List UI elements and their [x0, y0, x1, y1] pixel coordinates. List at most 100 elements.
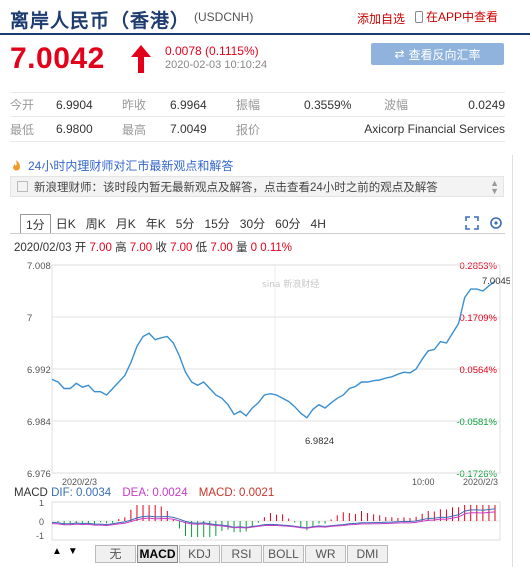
tab-weekly[interactable]: 周K — [81, 214, 111, 234]
tab-monthly[interactable]: 月K — [111, 214, 141, 234]
sidebar-divider — [512, 155, 513, 567]
close-label: 收 — [155, 242, 167, 254]
macd-y-tick: 1 — [39, 500, 44, 508]
pct-tick-label: 0.2853% — [459, 261, 497, 272]
zoom-arrows: ▲ ▼ — [52, 546, 78, 557]
period-tabs: 1分 日K 周K 月K 年K 5分 15分 30分 60分 4H — [20, 214, 331, 234]
up-arrow-icon — [131, 45, 151, 73]
high-marker-label: 7.0045 — [482, 276, 510, 287]
x-tick-label: 2020/2/3 — [463, 477, 498, 487]
arrow-up-icon[interactable]: ▲ — [52, 546, 62, 557]
settings-icon[interactable] — [490, 217, 502, 229]
pct-tick-label: -0.0581% — [456, 417, 497, 428]
price-line — [51, 280, 496, 419]
open-label: 开 — [74, 242, 87, 254]
ohlc-readout: 2020/02/03 开 7.00 高 7.00 收 7.00 低 7.00 量… — [14, 239, 292, 255]
quote-table: 今开 6.9904 昨收 6.9964 振幅 0.3559% 波幅 0.0249… — [10, 92, 505, 142]
quote-value: 6.9800 — [56, 122, 93, 136]
macd-readout: MACD DIF: 0.0034 DEA: 0.0024 MACD: 0.002… — [14, 487, 274, 499]
low-value: 7.00 — [210, 242, 233, 254]
indicator-tab-boll[interactable]: BOLL — [263, 545, 304, 563]
quote-value: 0.3559% — [304, 97, 352, 112]
fullscreen-icon[interactable] — [465, 216, 479, 230]
quote-label: 今开 — [10, 98, 35, 112]
current-price: 7.0042 — [10, 42, 105, 75]
high-label: 高 — [115, 242, 127, 254]
open-in-app-label: 在APP中查看 — [426, 10, 499, 24]
volume-value: 0 — [250, 242, 258, 254]
close-value: 7.00 — [170, 242, 193, 254]
macd-value: MACD: 0.0021 — [198, 487, 275, 499]
add-favorite-link[interactable]: 添加自选 — [357, 10, 405, 27]
x-tick-label: 10:00 — [412, 477, 435, 487]
quote-value: 0.0249 — [468, 97, 505, 112]
tabs-divider — [10, 233, 505, 234]
pct-value: 0.11% — [260, 242, 293, 254]
swap-icon: ⇄ — [394, 47, 405, 61]
quote-label: 波幅 — [384, 98, 409, 112]
y-tick-label: 7 — [27, 313, 32, 324]
advisor-news-link[interactable]: 24小时内理财师对汇市最新观点和解答 — [10, 157, 233, 174]
indicator-tab-wr[interactable]: WR — [305, 545, 346, 563]
indicator-tab-dmi[interactable]: DMI — [347, 545, 388, 563]
quote-row: 今开 6.9904 昨收 6.9964 振幅 0.3559% 波幅 0.0249 — [10, 92, 505, 117]
low-marker-label: 6.9824 — [305, 436, 334, 447]
dif-value: DIF: 0.0034 — [51, 487, 112, 499]
price-chart[interactable]: 7.008 0.2853% 7 0.1709% 6.992 0.0564% 6.984 -0.… — [0, 255, 510, 487]
tab-4h[interactable]: 4H — [306, 214, 331, 234]
indicator-tab-kdj[interactable]: KDJ — [179, 545, 220, 563]
reverse-rate-button[interactable]: ⇄ 查看反向汇率 — [371, 43, 504, 65]
tab-30min[interactable]: 30分 — [235, 214, 270, 234]
quote-value: 6.9964 — [170, 97, 207, 112]
dea-value: DEA: 0.0024 — [122, 487, 188, 499]
ohlc-date: 2020/02/03 — [14, 242, 72, 254]
low-label: 低 — [195, 242, 208, 254]
arrow-down-icon[interactable]: ▼ — [68, 546, 78, 557]
y-tick-label: 6.992 — [27, 365, 51, 376]
open-in-app-link[interactable]: 在APP中查看 — [415, 8, 498, 25]
advisor-news-headline: 24小时内理财师对汇市最新观点和解答 — [28, 159, 234, 173]
price-change: 0.0078 (0.1115%) — [165, 44, 259, 58]
ticker-code: (USDCNH) — [194, 10, 254, 24]
quote-row: 最低 6.9800 最高 7.0049 报价 Axicorp Financial… — [10, 117, 505, 142]
flame-icon — [13, 160, 21, 171]
watermark: sina 新浪财经 — [262, 278, 319, 290]
macd-y-tick: 0 — [39, 517, 44, 527]
y-tick-label: 6.976 — [27, 469, 51, 480]
quote-label: 最高 — [122, 122, 147, 137]
tab-daily[interactable]: 日K — [51, 214, 81, 234]
quote-value: 7.0049 — [170, 122, 207, 136]
page-title: 离岸人民币（香港） — [10, 11, 191, 32]
advisor-news-text: 新浪理财师：该时段内暂无最新观点及解答，点击查看24小时之前的观点及解答 — [34, 181, 438, 194]
macd-chart[interactable]: 1 0 -1 — [0, 500, 510, 542]
quote-label: 昨收 — [122, 98, 147, 112]
tab-5min[interactable]: 5分 — [171, 214, 200, 234]
tab-60min[interactable]: 60分 — [270, 214, 305, 234]
volume-label: 量 — [235, 242, 248, 254]
macd-y-tick: -1 — [36, 531, 44, 541]
scroll-arrows-icon[interactable]: ▲ ▼ — [490, 178, 499, 195]
quote-label: 最低 — [10, 122, 35, 137]
x-tick-label: 2020/2/3 — [62, 477, 97, 487]
header-divider — [0, 33, 530, 35]
chart-tools — [465, 216, 502, 230]
tab-15min[interactable]: 15分 — [199, 214, 234, 234]
indicator-tab-macd[interactable]: MACD — [137, 545, 178, 563]
quote-label: 振幅 — [236, 98, 261, 112]
doc-icon — [17, 181, 28, 192]
pct-tick-label: 0.0564% — [459, 365, 497, 376]
tab-1min[interactable]: 1分 — [20, 214, 51, 234]
pct-tick-label: 0.1709% — [459, 313, 497, 324]
advisor-news-box[interactable]: 新浪理财师：该时段内暂无最新观点及解答，点击查看24小时之前的观点及解答 ▲ ▼ — [10, 176, 504, 197]
tab-yearly[interactable]: 年K — [141, 214, 171, 234]
indicator-tabs: 无 MACD KDJ RSI BOLL WR DMI — [95, 545, 389, 563]
quote-time: 2020-02-03 10:10:24 — [165, 59, 268, 71]
open-value: 7.00 — [89, 242, 112, 254]
quote-label: 报价 — [236, 122, 261, 137]
y-tick-label: 7.008 — [27, 261, 51, 272]
indicator-tab-rsi[interactable]: RSI — [221, 545, 262, 563]
reverse-rate-label: 查看反向汇率 — [408, 47, 481, 62]
high-value: 7.00 — [129, 242, 153, 254]
quote-value: Axicorp Financial Services — [364, 122, 505, 136]
indicator-tab-none[interactable]: 无 — [95, 545, 136, 563]
